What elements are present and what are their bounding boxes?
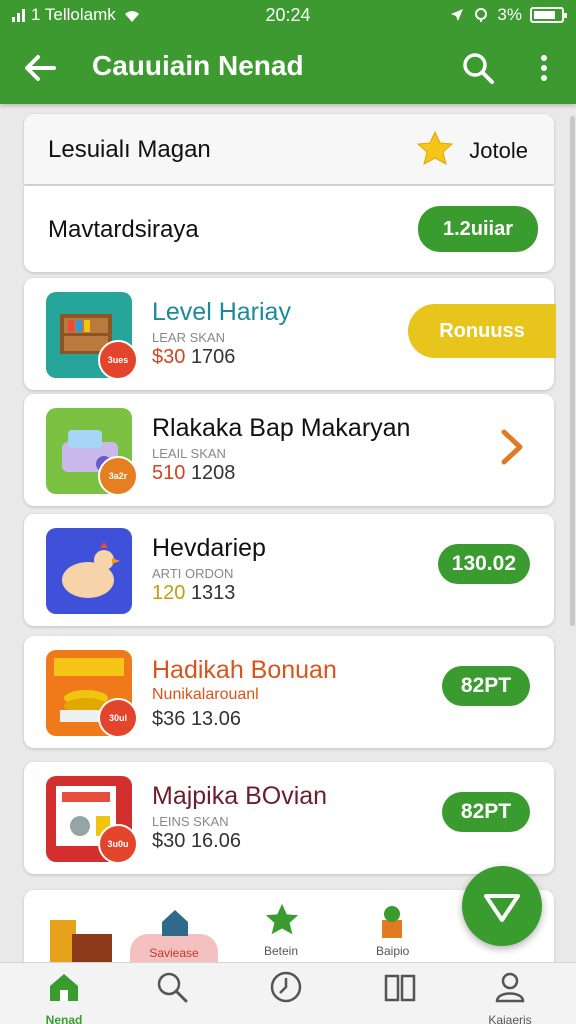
- nav-item-home[interactable]: Nenad: [24, 969, 104, 1024]
- nav-item-search[interactable]: [132, 969, 212, 1024]
- battery-icon: [530, 7, 567, 23]
- battery-percent: 3%: [497, 5, 522, 24]
- item-subtitle: LEAIL SKAN: [152, 446, 226, 461]
- list-item[interactable]: 3ues Level Hariay LEAR SKAN $30 1706 Ron…: [24, 278, 556, 390]
- item-subtitle: LEAR SKAN: [152, 330, 225, 345]
- item-price-value: 510: [152, 462, 186, 484]
- value-pill-button[interactable]: 130.02: [437, 544, 530, 584]
- item-name: Rlakaka Bap Makaryan: [152, 414, 411, 442]
- item-price: 510 1208: [152, 462, 235, 485]
- section-header-label: Lesuialı Magan: [48, 136, 211, 163]
- send-fab-button[interactable]: [462, 866, 542, 946]
- alarm-icon: [475, 8, 488, 22]
- item-badge: 3a2r: [98, 456, 138, 496]
- item-badge: 3u0u: [98, 824, 138, 864]
- list-item[interactable]: 3u0u Majpika BOvian LEINS SKAN $30 16.06…: [24, 762, 554, 874]
- item-price-amount: 16.06: [190, 830, 241, 852]
- bonus-button[interactable]: Ronuuss: [408, 304, 556, 358]
- item-price-amount: 13.06: [190, 708, 241, 730]
- list-item[interactable]: 30ul Hadikah Bonuan Nunikalarouanl $36 1…: [24, 636, 554, 748]
- item-name: Level Hariay: [152, 298, 291, 326]
- item-badge: 30ul: [98, 698, 138, 738]
- item-price-value: $30: [152, 346, 186, 368]
- item-price: 120 1313: [152, 582, 235, 605]
- send-icon: [484, 894, 520, 922]
- house-icon: [162, 910, 188, 936]
- subheader-label: Mavtardsiraya: [48, 216, 199, 243]
- page-title: Cauuiain Nenad: [92, 50, 304, 81]
- item-price-value: 120: [152, 582, 186, 604]
- search-icon: [157, 972, 188, 1003]
- bottom-nav: Nenad Kaiaeris: [0, 962, 576, 1024]
- app-bar: Cauuiain Nenad: [0, 30, 576, 104]
- item-price-value: $30: [152, 830, 186, 852]
- value-pill-button[interactable]: 82PT: [442, 666, 530, 706]
- item-price: $36 13.06: [152, 708, 241, 731]
- nav-label: Kaiaeris: [488, 1013, 532, 1024]
- item-name: Hevdariep: [152, 534, 266, 562]
- peek-label: Baipio: [376, 944, 410, 958]
- book-icon: [384, 974, 416, 1002]
- item-price-amount: 1706: [190, 346, 236, 368]
- status-bar: 1 Tellolamk 20:24 3%: [0, 0, 576, 30]
- nav-item-library[interactable]: [360, 969, 440, 1024]
- home-icon: [50, 974, 78, 1001]
- chicken-icon: [62, 542, 120, 598]
- back-arrow-icon[interactable]: [20, 48, 60, 88]
- item-price: $30 16.06: [152, 830, 241, 853]
- item-badge: 3ues: [98, 340, 138, 380]
- item-price-amount: 1208: [190, 462, 236, 484]
- section-header: Lesuialı Magan Jotole: [24, 114, 554, 184]
- list-item[interactable]: 3a2r Rlakaka Bap Makaryan LEAIL SKAN 510…: [24, 394, 554, 506]
- item-price-amount: 1313: [190, 582, 236, 604]
- item-price: $30 1706: [152, 346, 235, 369]
- clock-icon: [270, 971, 302, 1003]
- peek-label: Betein: [264, 944, 299, 958]
- item-thumbnail: [46, 528, 132, 614]
- item-subtitle: Nunikalarouanl: [152, 686, 259, 703]
- star-icon: [265, 903, 299, 935]
- list-item[interactable]: Hevdariep ARTI ORDON 120 1313 130.02: [24, 514, 554, 626]
- item-name: Hadikah Bonuan: [152, 656, 337, 684]
- section-header-right-label[interactable]: Jotole: [469, 138, 528, 164]
- chevron-right-icon[interactable]: [496, 422, 530, 472]
- peek-label: Saviease: [149, 946, 199, 960]
- item-name: Majpika BOvian: [152, 782, 328, 810]
- value-pill-button[interactable]: 82PT: [442, 792, 530, 832]
- item-subtitle: ARTI ORDON: [152, 566, 234, 581]
- status-right: 3%: [449, 5, 567, 25]
- nav-item-history[interactable]: [246, 969, 326, 1024]
- subheader-pill-button[interactable]: 1.2uiiar: [418, 206, 538, 252]
- item-price-value: $36: [152, 708, 186, 730]
- scrollbar[interactable]: [570, 116, 575, 626]
- star-icon[interactable]: [416, 130, 454, 168]
- nav-item-profile[interactable]: Kaiaeris: [470, 969, 550, 1024]
- plant-icon: [382, 906, 402, 938]
- item-subtitle: LEINS SKAN: [152, 814, 229, 829]
- more-vertical-icon[interactable]: [526, 48, 562, 88]
- subheader-row: Mavtardsiraya 1.2uiiar: [24, 186, 554, 272]
- nav-label: Nenad: [45, 1013, 83, 1024]
- location-icon: [451, 9, 464, 21]
- search-icon[interactable]: [458, 48, 498, 88]
- profile-icon: [495, 972, 525, 1003]
